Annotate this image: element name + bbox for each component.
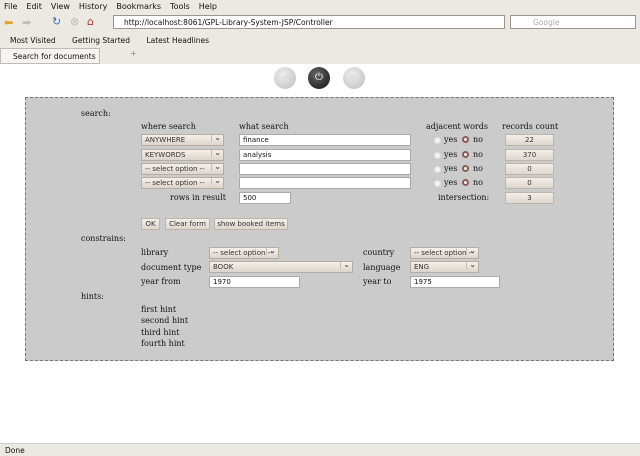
where-value: -- select option -- (145, 179, 205, 187)
next-button[interactable]: ▶ (343, 67, 365, 89)
records-count[interactable]: 0 (505, 163, 554, 175)
library-label: library (141, 248, 169, 257)
year-from-input[interactable]: 1970 (209, 276, 300, 288)
hint-item: third hint (141, 328, 180, 337)
bookmark-most-visited[interactable]: Most Visited (10, 36, 56, 45)
menu-tools[interactable]: Tools (170, 2, 190, 11)
yes-label: yes (444, 135, 458, 144)
menu-view[interactable]: View (51, 2, 70, 11)
adjacent-no-radio[interactable] (462, 136, 469, 143)
adjacent-yes-radio[interactable] (434, 166, 441, 173)
yes-label: yes (444, 178, 458, 187)
where-select[interactable]: -- select option -- (141, 163, 224, 175)
adjacent-yes-radio[interactable] (434, 152, 441, 159)
what-input[interactable]: analysis (239, 149, 411, 161)
hint-item: second hint (141, 316, 189, 325)
show-booked-button[interactable]: show booked items (214, 218, 288, 230)
year-from-label: year from (141, 277, 181, 286)
doctype-value: BOOK (213, 263, 234, 271)
reload-icon[interactable]: ↻ (52, 15, 61, 28)
records-count[interactable]: 0 (505, 177, 554, 189)
year-to-label: year to (363, 277, 392, 286)
adjacent-no-radio[interactable] (462, 165, 469, 172)
library-value: -- select option -- (213, 249, 273, 257)
language-select[interactable]: ENG (410, 261, 479, 273)
country-value: -- select option -- (414, 249, 474, 257)
yes-label: yes (444, 164, 458, 173)
ok-button[interactable]: OK (141, 218, 160, 230)
country-label: country (363, 248, 395, 257)
search-label: search: (81, 109, 111, 118)
search-placeholder: Google (533, 18, 560, 27)
intersection-label: intersection: (438, 193, 490, 202)
constraints-label: constrains: (81, 234, 126, 243)
menu-bookmarks[interactable]: Bookmarks (116, 2, 161, 11)
status-bar: Done (0, 443, 640, 456)
rows-label: rows in result (170, 193, 226, 202)
menu-bar: File Edit View History Bookmarks Tools Help (4, 2, 226, 11)
bookmarks-bar: Most Visited Getting Started Latest Head… (2, 36, 209, 45)
menu-history[interactable]: History (79, 2, 107, 11)
hints-label: hints: (81, 292, 104, 301)
doctype-select[interactable]: BOOK (209, 261, 353, 273)
country-select[interactable]: -- select option -- (410, 247, 479, 259)
no-label: no (473, 135, 483, 144)
year-to-input[interactable]: 1975 (410, 276, 500, 288)
menu-file[interactable]: File (4, 2, 17, 11)
bookmark-getting-started[interactable]: Getting Started (72, 36, 130, 45)
hint-item: fourth hint (141, 339, 185, 348)
no-label: no (473, 178, 483, 187)
back-icon[interactable]: ⬅ (4, 16, 13, 29)
tab-search-documents[interactable]: Search for documents (0, 48, 100, 64)
stop-icon[interactable]: ⊗ (70, 15, 79, 28)
where-header: where search (141, 122, 196, 131)
language-label: language (363, 263, 401, 272)
records-count[interactable]: 22 (505, 134, 554, 146)
library-select[interactable]: -- select option -- (209, 247, 279, 259)
where-select[interactable]: -- select option -- (141, 177, 224, 189)
what-header: what search (239, 122, 289, 131)
url-bar[interactable]: http://localhost:8061/GPL-Library-System… (113, 15, 505, 29)
power-button[interactable]: ⏻ (308, 67, 330, 89)
language-value: ENG (414, 263, 430, 271)
where-value: ANYWHERE (145, 136, 186, 144)
menu-help[interactable]: Help (199, 2, 217, 11)
clear-form-button[interactable]: Clear form (165, 218, 210, 230)
new-tab-icon[interactable]: + (130, 49, 137, 58)
where-select[interactable]: KEYWORDS (141, 149, 224, 161)
doctype-label: document type (141, 263, 202, 272)
web-search-input[interactable]: Google (510, 15, 636, 29)
where-value: KEYWORDS (145, 151, 186, 159)
hint-item: first hint (141, 305, 177, 314)
status-text: Done (5, 446, 25, 455)
adjacent-yes-radio[interactable] (434, 137, 441, 144)
records-count[interactable]: 370 (505, 149, 554, 161)
url-text: http://localhost:8061/GPL-Library-System… (124, 18, 333, 27)
yes-label: yes (444, 150, 458, 159)
adjacent-no-radio[interactable] (462, 151, 469, 158)
previous-button[interactable]: ◀ (274, 67, 296, 89)
tab-label: Search for documents (13, 52, 96, 61)
rows-input[interactable]: 500 (239, 192, 291, 204)
where-value: -- select option -- (145, 165, 205, 173)
adjacent-yes-radio[interactable] (434, 180, 441, 187)
what-input[interactable] (239, 177, 411, 189)
home-icon[interactable]: ⌂ (87, 15, 94, 28)
count-header: records count (502, 122, 559, 131)
no-label: no (473, 150, 483, 159)
menu-edit[interactable]: Edit (26, 2, 42, 11)
intersection-count[interactable]: 3 (505, 192, 554, 204)
where-select[interactable]: ANYWHERE (141, 134, 224, 146)
adjacent-header: adjacent words (426, 122, 488, 131)
what-input[interactable]: finance (239, 134, 411, 146)
no-label: no (473, 164, 483, 173)
what-input[interactable] (239, 163, 411, 175)
adjacent-no-radio[interactable] (462, 179, 469, 186)
forward-icon[interactable]: ➡ (22, 16, 31, 29)
bookmark-latest-headlines[interactable]: Latest Headlines (146, 36, 209, 45)
